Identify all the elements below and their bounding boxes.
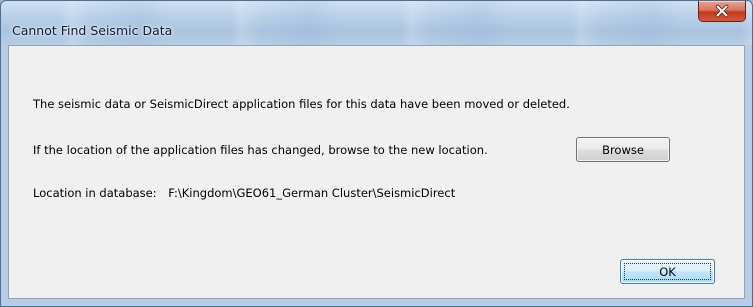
browse-button[interactable]: Browse bbox=[576, 137, 670, 162]
ok-button-label: OK bbox=[659, 264, 676, 279]
dialog-window: Cannot Find Seismic Data The seismic dat… bbox=[0, 0, 753, 307]
location-row: Location in database: F:\Kingdom\GEO61_G… bbox=[33, 186, 455, 200]
location-path: F:\Kingdom\GEO61_German Cluster\SeismicD… bbox=[168, 186, 456, 200]
dialog-content: The seismic data or SeismicDirect applic… bbox=[9, 46, 744, 298]
close-button[interactable] bbox=[698, 1, 746, 22]
browse-message: If the location of the application files… bbox=[33, 143, 488, 157]
close-icon bbox=[715, 4, 729, 18]
ok-button[interactable]: OK bbox=[620, 259, 715, 284]
title-bar[interactable]: Cannot Find Seismic Data bbox=[1, 1, 752, 41]
window-title: Cannot Find Seismic Data bbox=[12, 23, 173, 38]
moved-message: The seismic data or SeismicDirect applic… bbox=[33, 97, 570, 111]
dialog-body: The seismic data or SeismicDirect applic… bbox=[8, 45, 745, 299]
location-label: Location in database: bbox=[33, 186, 157, 200]
